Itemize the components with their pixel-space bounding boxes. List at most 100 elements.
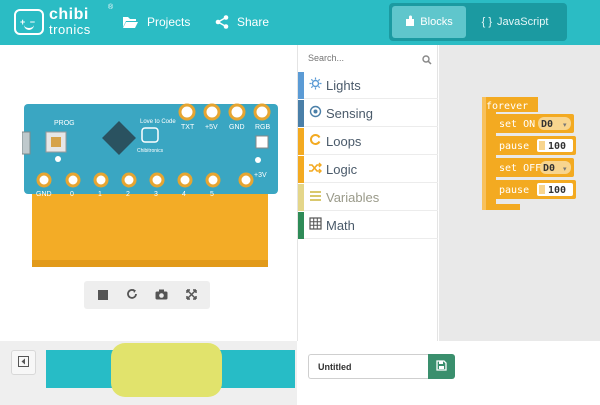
- top-bar: + − chibi tronics ® Projects Share Block…: [0, 0, 600, 45]
- fullscreen-button[interactable]: [181, 285, 201, 305]
- top-pin-label: +5V: [205, 124, 218, 131]
- pause-value: 100: [548, 141, 566, 152]
- javascript-mode-button[interactable]: { } JavaScript: [466, 6, 564, 38]
- bottom-pin[interactable]: [205, 172, 221, 188]
- pin-dropdown[interactable]: D0 ▾: [538, 117, 571, 130]
- loop-icon: [304, 133, 326, 149]
- prog-button-cap: [51, 137, 61, 147]
- pin-value: D0: [543, 163, 555, 174]
- set-on-label: set ON: [499, 119, 535, 130]
- category-variables[interactable]: Variables: [298, 183, 438, 211]
- bottom-pin-label: +3V: [254, 172, 267, 179]
- braces-icon: { }: [481, 16, 493, 28]
- top-pin[interactable]: [203, 103, 221, 121]
- set-off-block[interactable]: set OFF D0 ▾: [494, 158, 574, 177]
- folder-open-icon: [122, 15, 139, 29]
- bottom-pin[interactable]: [65, 172, 81, 188]
- target-icon: [304, 105, 326, 121]
- board-tab: [32, 192, 268, 267]
- bracelet-face: [111, 343, 222, 397]
- bottom-pin-label: 0: [70, 191, 74, 198]
- forever-label: forever: [486, 101, 528, 112]
- category-math[interactable]: Math: [298, 211, 438, 239]
- category-logic[interactable]: Logic: [298, 155, 438, 183]
- category-label: Loops: [326, 133, 362, 149]
- blocks-label: Blocks: [420, 16, 453, 28]
- category-lights[interactable]: Lights: [298, 71, 438, 99]
- category-label: Variables: [326, 189, 380, 205]
- sun-icon: [304, 77, 326, 93]
- collapse-simulator-button[interactable]: [11, 350, 36, 375]
- pause-block[interactable]: pause 100: [494, 136, 576, 155]
- set-on-block[interactable]: set ON D0 ▾: [494, 114, 574, 133]
- set-off-label: set OFF: [499, 163, 541, 174]
- status-led: [255, 157, 261, 163]
- category-label: Math: [326, 217, 355, 233]
- bottom-pin[interactable]: [177, 172, 193, 188]
- usb-port: [22, 131, 31, 155]
- share-button[interactable]: Share: [215, 12, 269, 32]
- top-pin[interactable]: [253, 103, 271, 121]
- restart-button[interactable]: [122, 285, 142, 305]
- stop-button[interactable]: [93, 285, 113, 305]
- pin-dropdown[interactable]: D0 ▾: [540, 161, 571, 174]
- bottom-pin-label: 2: [126, 191, 130, 198]
- bottom-pin[interactable]: [121, 172, 137, 188]
- category-loops[interactable]: Loops: [298, 127, 438, 155]
- toolbox-search: [300, 47, 436, 69]
- top-pin-label: RGB: [255, 124, 271, 131]
- bottom-pin[interactable]: [238, 172, 254, 188]
- collapse-icon: [18, 354, 29, 372]
- save-icon: [436, 358, 447, 376]
- pause-value: 100: [548, 185, 566, 196]
- chevron-down-icon: ▾: [563, 122, 567, 129]
- chibi-chip-board[interactable]: PROG TXT +5V GND RGB Love to Code Chibit…: [22, 102, 278, 272]
- top-pin[interactable]: [228, 103, 246, 121]
- refresh-icon: [126, 288, 138, 303]
- category-sensing[interactable]: Sensing: [298, 99, 438, 127]
- bracelet-preview-area: [0, 341, 297, 405]
- logo-face-icon: + −: [14, 9, 44, 35]
- top-pin-label: TXT: [181, 124, 195, 131]
- status-led: [55, 156, 61, 162]
- category-label: Lights: [326, 77, 361, 93]
- logo-text-line2: tronics: [49, 22, 91, 37]
- blocks-canvas: forever set ON D0 ▾ pause 100 set OFF D0…: [482, 97, 576, 210]
- projects-button[interactable]: Projects: [122, 12, 190, 32]
- blocks-workspace[interactable]: forever set ON D0 ▾ pause 100 set OFF D0…: [439, 45, 600, 341]
- project-name-input[interactable]: [308, 354, 428, 379]
- pause-block[interactable]: pause 100: [494, 180, 576, 199]
- blocks-mode-button[interactable]: Blocks: [392, 6, 466, 38]
- camera-icon: [155, 288, 168, 303]
- prog-label: PROG: [54, 120, 75, 127]
- number-input[interactable]: 100: [537, 139, 573, 152]
- top-pin[interactable]: [178, 103, 196, 121]
- top-pin-label: GND: [229, 124, 245, 131]
- save-button[interactable]: [428, 354, 455, 379]
- board-tab-edge: [32, 260, 268, 267]
- list-icon: [304, 190, 326, 205]
- puzzle-icon: [405, 15, 415, 30]
- share-icon: [215, 15, 229, 29]
- stop-icon: [97, 290, 108, 300]
- bottom-pin[interactable]: [93, 172, 109, 188]
- simulator-panel: PROG TXT +5V GND RGB Love to Code Chibit…: [0, 45, 297, 340]
- share-label: Share: [237, 15, 270, 29]
- grid-icon: [304, 217, 326, 233]
- chibitronics-logo[interactable]: + − chibi tronics ®: [14, 4, 113, 38]
- toolbox-search-input[interactable]: [300, 47, 436, 69]
- bottom-bar: [0, 341, 600, 405]
- number-input[interactable]: 100: [537, 183, 573, 196]
- shuffle-icon: [304, 162, 326, 177]
- bottom-pin[interactable]: [149, 172, 165, 188]
- pause-label: pause: [499, 141, 529, 152]
- screenshot-button[interactable]: [152, 285, 172, 305]
- bottom-pin-label: 1: [98, 191, 102, 198]
- bottom-pin[interactable]: [36, 172, 52, 188]
- pin-value: D0: [541, 119, 553, 130]
- search-icon: [422, 52, 432, 70]
- app: + − chibi tronics ® Projects Share Block…: [0, 0, 600, 405]
- chevron-down-icon: ▾: [563, 166, 567, 173]
- bottom-pin-label: 5: [210, 191, 214, 198]
- bottom-pin-label: GND: [36, 191, 52, 198]
